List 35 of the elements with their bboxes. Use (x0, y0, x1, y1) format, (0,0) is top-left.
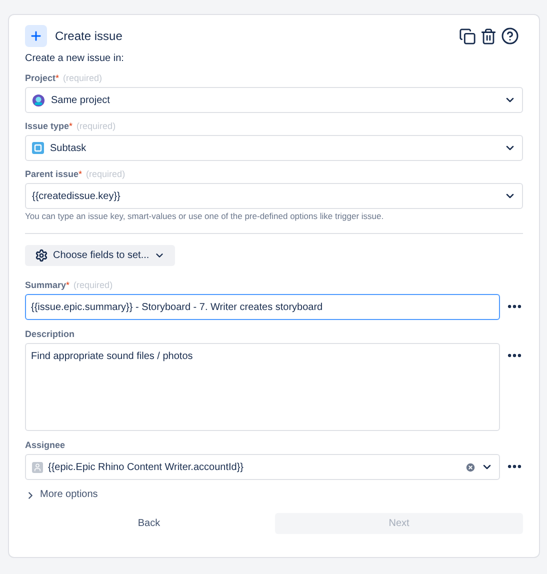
description-field[interactable]: Find appropriate sound files / photos (25, 343, 500, 431)
select-field[interactable]: Subtask (25, 135, 523, 161)
required-hint: (required) (74, 280, 113, 291)
help-icon[interactable] (501, 27, 519, 45)
required-mark: * (69, 121, 73, 132)
panel-title: Create issue (55, 28, 122, 45)
plus-icon (25, 25, 47, 47)
copy-icon[interactable] (459, 28, 476, 44)
subtask-icon (32, 142, 44, 154)
summary-field[interactable]: {{issue.epic.summary}} - Storyboard - 7. Writer creates storyboard (25, 294, 500, 320)
more-options-toggle[interactable]: More options (25, 489, 98, 501)
parent-hint: You can type an issue key, smart-values or use one of the pre-defined options like trigger issue. (25, 211, 385, 222)
project-avatar-icon (32, 94, 45, 106)
clear-icon[interactable] (465, 462, 476, 472)
choose-fields-button[interactable]: Choose fields to set... (25, 245, 176, 266)
field-label: Summary (25, 280, 66, 291)
intro-text: Create a new issue in: (25, 53, 125, 65)
field-label: Parent issue (25, 169, 79, 180)
user-avatar-icon (32, 462, 43, 472)
field-label: Issue type (25, 121, 70, 132)
required-mark: * (78, 169, 82, 180)
select-field[interactable]: {{createdissue.key}} (25, 183, 523, 209)
field-label: Assignee (25, 440, 66, 451)
field-label: Project (25, 73, 56, 84)
required-hint: (required) (76, 121, 116, 132)
trash-icon[interactable] (480, 28, 497, 44)
select-field[interactable]: Same project (25, 87, 523, 113)
required-hint: (required) (86, 169, 126, 180)
required-hint: (required) (63, 73, 102, 84)
field-label: Description (25, 329, 75, 340)
required-mark: * (56, 73, 60, 84)
gear-icon (35, 249, 48, 262)
assignee-field[interactable]: {{epic.Epic Rhino Content Writer.accountId}} (25, 454, 500, 480)
required-mark: * (66, 280, 70, 291)
back-button[interactable]: Back (25, 513, 273, 534)
